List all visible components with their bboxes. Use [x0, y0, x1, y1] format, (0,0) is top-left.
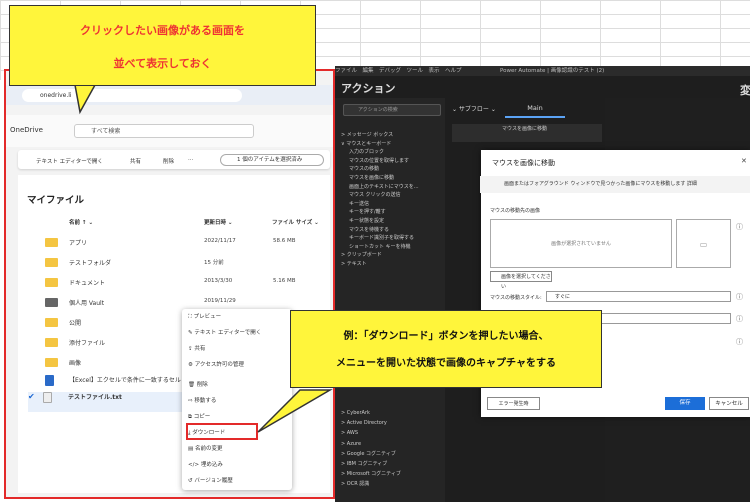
callout-top-line2: 並べて表示しておく [113, 57, 212, 70]
callout-bottom [290, 310, 602, 388]
callout-bottom-line2: メニューを開いた状態で画像のキャプチャをする [336, 358, 556, 369]
callout-bottom-line1: 例：「ダウンロード」ボタンを押したい場合、 [343, 331, 549, 342]
callout-top [9, 5, 316, 86]
callout-top-line1: クリックしたい画像がある画面を [80, 24, 245, 37]
